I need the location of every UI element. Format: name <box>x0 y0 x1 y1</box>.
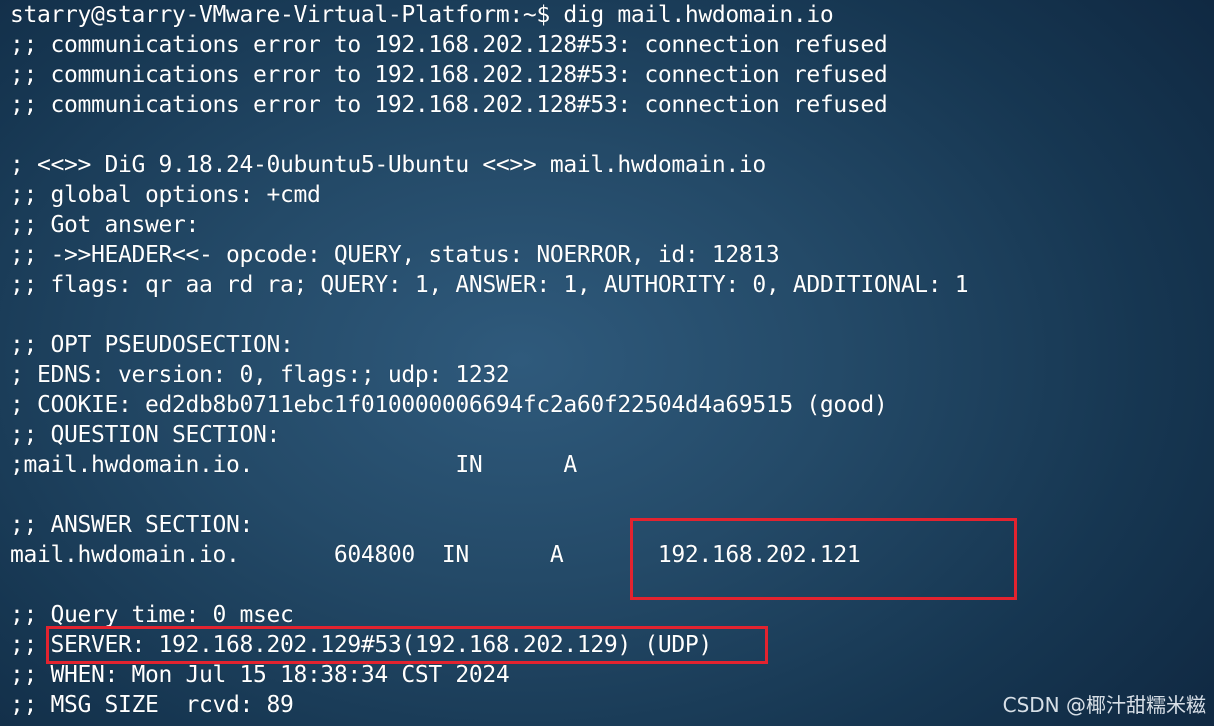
terminal-line-query-time: ;; Query time: 0 msec <box>10 602 294 628</box>
terminal-output[interactable]: starry@starry-VMware-Virtual-Platform:~$… <box>10 0 1210 720</box>
terminal-line-comm-error-2: ;; communications error to 192.168.202.1… <box>10 62 888 88</box>
terminal-line-comm-error-3: ;; communications error to 192.168.202.1… <box>10 92 888 118</box>
terminal-line-header: ;; ->>HEADER<<- opcode: QUERY, status: N… <box>10 242 780 268</box>
terminal-line-answer-record: mail.hwdomain.io. 604800 IN A 192.168.20… <box>10 542 861 568</box>
terminal-line-opt-pseudosection: ;; OPT PSEUDOSECTION: <box>10 332 294 358</box>
terminal-line-question-record: ;mail.hwdomain.io. IN A <box>10 452 577 478</box>
terminal-line-dig-version: ; <<>> DiG 9.18.24-0ubuntu5-Ubuntu <<>> … <box>10 152 766 178</box>
terminal-line-edns: ; EDNS: version: 0, flags:; udp: 1232 <box>10 362 510 388</box>
terminal-line-prompt: starry@starry-VMware-Virtual-Platform:~$… <box>10 2 834 28</box>
terminal-line-when: ;; WHEN: Mon Jul 15 18:38:34 CST 2024 <box>10 662 510 688</box>
terminal-line-global-options: ;; global options: +cmd <box>10 182 321 208</box>
terminal-line-server: ;; SERVER: 192.168.202.129#53(192.168.20… <box>10 632 712 658</box>
csdn-watermark: CSDN @椰汁甜糯米糍 <box>1002 693 1206 717</box>
terminal-line-question-section: ;; QUESTION SECTION: <box>10 422 280 448</box>
terminal-line-got-answer: ;; Got answer: <box>10 212 199 238</box>
terminal-line-comm-error-1: ;; communications error to 192.168.202.1… <box>10 32 888 58</box>
terminal-line-flags: ;; flags: qr aa rd ra; QUERY: 1, ANSWER:… <box>10 272 969 298</box>
terminal-line-answer-section: ;; ANSWER SECTION: <box>10 512 253 538</box>
terminal-line-cookie: ; COOKIE: ed2db8b0711ebc1f010000006694fc… <box>10 392 888 418</box>
